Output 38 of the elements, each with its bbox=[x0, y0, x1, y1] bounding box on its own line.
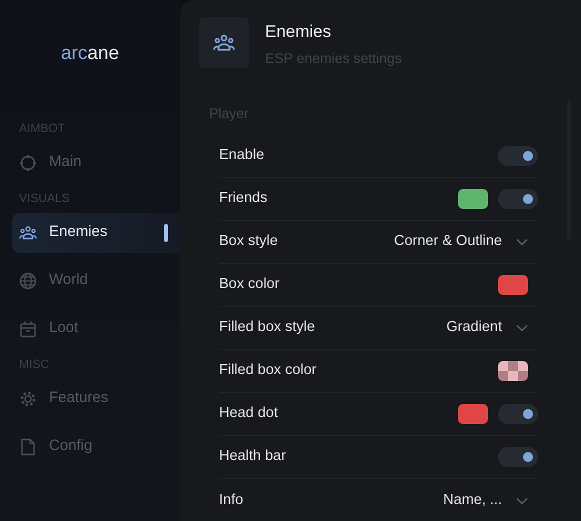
dropdown[interactable]: Name, ... bbox=[443, 490, 538, 512]
dropdown[interactable]: Gradient bbox=[446, 317, 538, 339]
sidebar-item[interactable]: World bbox=[12, 260, 180, 300]
active-indicator bbox=[164, 224, 168, 242]
sidebar-item[interactable]: Config bbox=[12, 426, 180, 466]
setting-label: Filled box style bbox=[219, 318, 316, 338]
sidebar-item[interactable]: Loot bbox=[12, 308, 180, 348]
sidebar-item[interactable]: Features bbox=[12, 378, 180, 418]
page-title: Enemies bbox=[265, 22, 332, 42]
dropdown[interactable]: Corner & Outline bbox=[394, 231, 538, 253]
toggle-switch[interactable] bbox=[498, 404, 538, 424]
setting-label: Box style bbox=[219, 232, 279, 252]
toggle-switch[interactable] bbox=[498, 146, 538, 166]
box-icon bbox=[19, 320, 37, 338]
setting-label: Health bar bbox=[219, 447, 287, 466]
file-icon bbox=[19, 438, 37, 456]
chevron-down-icon bbox=[516, 324, 528, 332]
toggle-switch[interactable] bbox=[498, 189, 538, 209]
color-swatch[interactable] bbox=[458, 404, 488, 424]
color-swatch[interactable] bbox=[498, 275, 528, 295]
setting-label: Filled box color bbox=[219, 361, 318, 380]
logo: arcane bbox=[60, 42, 120, 66]
setting-label: Info bbox=[219, 490, 244, 510]
setting-label: Enable bbox=[219, 146, 266, 166]
gear-icon bbox=[19, 390, 37, 408]
sidebar-item[interactable]: Main bbox=[12, 142, 180, 182]
setting-label: Friends bbox=[219, 189, 268, 208]
toggle-switch[interactable] bbox=[498, 447, 538, 467]
chevron-down-icon bbox=[516, 496, 528, 504]
crosshair-icon bbox=[19, 154, 37, 172]
setting-label: Box color bbox=[219, 275, 280, 294]
globe-icon bbox=[19, 272, 37, 290]
color-swatch[interactable] bbox=[458, 189, 488, 209]
sidebar-item[interactable]: Enemies bbox=[12, 212, 180, 252]
setting-label: Head dot bbox=[219, 404, 279, 424]
people-icon bbox=[19, 224, 37, 242]
chevron-down-icon bbox=[516, 238, 528, 246]
color-swatch[interactable] bbox=[498, 361, 528, 381]
